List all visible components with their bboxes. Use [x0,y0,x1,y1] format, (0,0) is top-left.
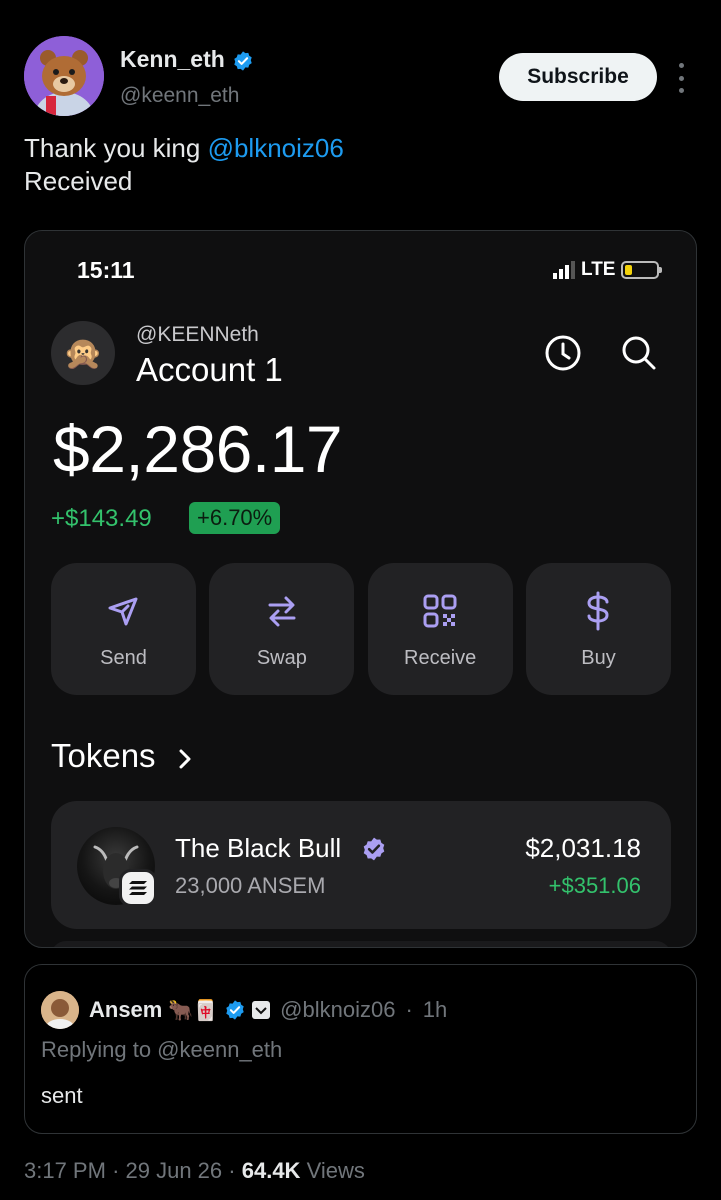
history-clock-icon [545,335,581,371]
reply-author-name[interactable]: Ansem [89,997,162,1023]
account-avatar: 🙊 [51,321,115,385]
send-icon [108,597,137,626]
receive-action: Receive [367,563,513,695]
separator-dot: · [112,1158,126,1183]
buy-label: Buy [581,647,616,669]
tweet-time[interactable]: 3:17 PM [24,1158,106,1183]
balance-change: +$143.49 [51,505,152,532]
subscribe-button[interactable]: Subscribe [499,53,657,101]
swap-label: Swap [256,647,307,669]
send-label: Send [100,647,147,669]
solana-chain-icon [119,869,157,907]
tweet-date[interactable]: 29 Jun 26 [126,1158,223,1183]
verified-badge-icon [234,51,252,71]
battery-icon [621,261,663,279]
qr-code-icon [423,594,457,628]
attached-screenshot[interactable]: 15:11 LTE 🙊 @KEENNeth Account 1 $2,286.1… [24,230,697,948]
status-bar-indicators: LTE [553,257,663,283]
reply-handle[interactable]: @blknoiz06 [280,997,395,1023]
swap-action: Swap [209,563,355,695]
tweet-footer: 3:17 PM · 29 Jun 26 · 64.4K Views [24,1158,365,1184]
verified-badge-icon [226,1000,244,1020]
quoted-reply[interactable]: Ansem 🐂🀄 @blknoiz06 · 1h Replying to @ke… [24,964,697,1134]
status-bar-time: 15:11 [77,257,135,283]
token-name: The Black Bull [175,833,342,863]
chevron-right-icon [179,749,191,769]
dollar-icon [587,591,609,631]
tweet-header: Kenn_eth @keenn_eth Subscribe [24,36,697,120]
views-count: 64.4K [241,1158,301,1183]
affiliate-badge-icon [252,1001,271,1019]
reply-avatar[interactable] [41,991,79,1029]
tweet-text-prefix: Thank you king [24,133,208,163]
token-change: +$351.06 [548,873,641,898]
account-handle: @KEENNeth [136,323,259,346]
tweet-text: Thank you king @blknoiz06 Received [24,132,344,198]
token-row: The Black Bull 23,000 ANSEM $2,031.18 +$… [51,801,671,929]
wallet-actions: Send Swap Receive Buy [51,563,671,695]
send-action: Send [51,563,196,695]
separator-dot: · [405,997,413,1022]
total-balance: $2,286.17 [53,412,343,486]
account-name: Account 1 [136,351,283,388]
mention-link[interactable]: @blknoiz06 [208,133,344,163]
next-token-row-edge [51,941,671,947]
receive-label: Receive [404,647,477,669]
token-amount: 23,000 ANSEM [175,873,326,898]
network-label: LTE [581,259,616,280]
author-avatar[interactable] [24,36,104,116]
separator-dot: · [228,1158,242,1183]
search-icon [622,336,656,370]
verified-token-icon [363,837,385,861]
reply-time: 1h [422,997,448,1022]
replying-to: Replying to @keenn_eth [41,1037,283,1062]
tokens-heading: Tokens [51,737,156,774]
buy-action: Buy [525,563,671,695]
reply-text: sent [41,1083,83,1108]
more-options-icon[interactable] [674,63,688,93]
reply-header: Ansem 🐂🀄 @blknoiz06 · 1h [89,995,447,1025]
tweet-text-line2: Received [24,166,133,196]
token-value: $2,031.18 [525,833,641,863]
author-handle[interactable]: @keenn_eth [120,84,239,108]
swap-icon [268,596,296,627]
signal-icon [553,261,575,279]
reply-name-emojis: 🐂🀄 [168,999,219,1022]
balance-change-percent-badge: +6.70% [189,502,281,534]
author-name[interactable]: Kenn_eth [120,46,225,73]
views-label: Views [306,1158,365,1183]
